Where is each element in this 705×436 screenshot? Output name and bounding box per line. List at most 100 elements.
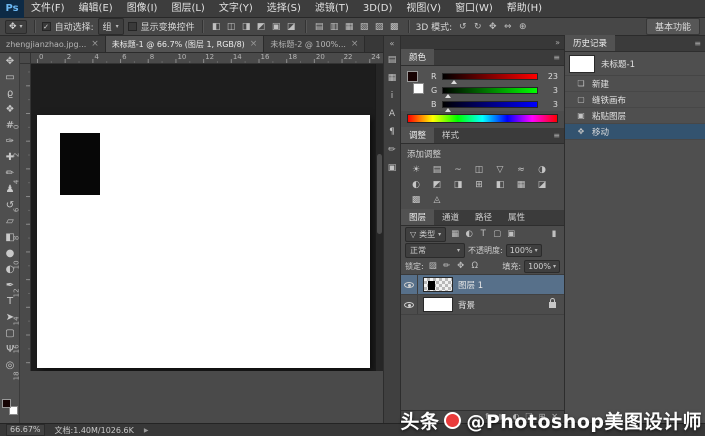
- shape-tool[interactable]: ▢: [0, 325, 20, 341]
- align-horizontal-centers-icon[interactable]: ◫: [225, 22, 238, 32]
- history-step-canvas[interactable]: ▢ 缝铁画布: [565, 92, 705, 108]
- slider-thumb[interactable]: [445, 94, 451, 98]
- blue-slider[interactable]: [442, 101, 538, 108]
- canvas-document[interactable]: [37, 115, 370, 368]
- history-step-move[interactable]: ✥ 移动: [565, 124, 705, 140]
- tab-channels[interactable]: 通道: [434, 209, 467, 225]
- distribute-vertical-icon[interactable]: ▥: [328, 22, 341, 32]
- align-vertical-centers-icon[interactable]: ▣: [270, 22, 283, 32]
- 3d-scale-icon[interactable]: ⊕: [516, 22, 529, 32]
- visibility-eye-icon[interactable]: [404, 282, 414, 288]
- slider-thumb[interactable]: [451, 80, 457, 84]
- distribute-bottom-icon[interactable]: ▦: [343, 22, 356, 32]
- menu-item[interactable]: 图像(I): [120, 0, 165, 18]
- menu-item[interactable]: 选择(S): [260, 0, 308, 18]
- layer-name[interactable]: 图层 1: [458, 279, 483, 291]
- posterize-icon[interactable]: ▦: [512, 178, 530, 191]
- history-step-new[interactable]: ❏ 新建: [565, 76, 705, 92]
- panel-menu-icon[interactable]: ≡: [694, 39, 701, 48]
- history-step-paste[interactable]: ▣ 粘贴图层: [565, 108, 705, 124]
- layer-row-layer-1[interactable]: 图层 1: [401, 275, 564, 295]
- threshold-icon[interactable]: ◪: [533, 178, 551, 191]
- gradient-map-icon[interactable]: ▩: [407, 193, 425, 206]
- 3d-drag-icon[interactable]: ✥: [486, 22, 499, 32]
- menu-item[interactable]: 窗口(W): [448, 0, 500, 18]
- tab-zhengjianzhao[interactable]: zhengjianzhao.jpg... ×: [0, 36, 106, 52]
- menu-item[interactable]: 帮助(H): [500, 0, 549, 18]
- color-swatches[interactable]: [2, 399, 18, 415]
- eyedropper-tool[interactable]: ✑: [0, 133, 20, 149]
- tab-properties[interactable]: 属性: [500, 209, 533, 225]
- eraser-tool[interactable]: ▱: [0, 213, 20, 229]
- channel-mixer-icon[interactable]: ◨: [449, 178, 467, 191]
- auto-select-checkbox[interactable]: ✓: [42, 22, 51, 31]
- fill-field[interactable]: 100% ▾: [524, 260, 560, 273]
- workspace-switcher-button[interactable]: 基本功能: [646, 18, 700, 35]
- tab-color[interactable]: 颜色: [401, 49, 434, 65]
- menu-item[interactable]: 视图(V): [399, 0, 448, 18]
- tab-untitled-1[interactable]: 未标题-1 @ 66.7% (图层 1, RGB/8) ×: [106, 36, 265, 52]
- menu-item[interactable]: 文件(F): [24, 0, 72, 18]
- foreground-color-swatch[interactable]: [2, 399, 11, 408]
- lasso-tool[interactable]: ϱ: [0, 85, 20, 101]
- canvas-pasteboard[interactable]: [31, 64, 375, 371]
- panel-menu-icon[interactable]: ≡: [553, 53, 560, 62]
- lock-position-icon[interactable]: ✥: [455, 261, 467, 271]
- menu-item[interactable]: 图层(L): [164, 0, 211, 18]
- filter-smart-objects-icon[interactable]: ▣: [505, 229, 517, 239]
- swatches-panel-icon[interactable]: ▤: [385, 53, 399, 66]
- align-right-edges-icon[interactable]: ◨: [240, 22, 253, 32]
- visibility-eye-icon[interactable]: [404, 302, 414, 308]
- brightness-contrast-icon[interactable]: ☀: [407, 163, 425, 176]
- photo-filter-icon[interactable]: ◩: [428, 178, 446, 191]
- color-balance-icon[interactable]: ◑: [533, 163, 551, 176]
- tab-styles[interactable]: 样式: [434, 127, 467, 143]
- collapse-dock-icon[interactable]: »: [555, 38, 560, 47]
- menu-item[interactable]: 3D(D): [356, 0, 400, 18]
- filter-pixel-layers-icon[interactable]: ▦: [449, 229, 461, 239]
- align-top-edges-icon[interactable]: ◩: [255, 22, 268, 32]
- menu-item[interactable]: 文字(Y): [212, 0, 260, 18]
- background-color-swatch[interactable]: [413, 83, 424, 94]
- 3d-slide-icon[interactable]: ⇔: [501, 22, 514, 32]
- vertical-scrollbar[interactable]: [375, 64, 383, 371]
- show-transform-checkbox[interactable]: [128, 22, 137, 31]
- black-white-icon[interactable]: ◐: [407, 178, 425, 191]
- blend-mode-select[interactable]: 正常 ▾: [405, 243, 465, 258]
- exposure-icon[interactable]: ◫: [470, 163, 488, 176]
- lock-pixels-icon[interactable]: ✏: [441, 261, 453, 271]
- distribute-left-icon[interactable]: ▧: [358, 22, 371, 32]
- lock-transparency-icon[interactable]: ▨: [427, 261, 439, 271]
- paragraph-panel-icon[interactable]: ¶: [385, 125, 399, 138]
- status-flyout-icon[interactable]: ▶: [144, 427, 149, 434]
- tab-untitled-2[interactable]: 未标题-2 @ 100%... ×: [264, 36, 365, 52]
- filter-shape-layers-icon[interactable]: ▢: [491, 229, 503, 239]
- panel-menu-icon[interactable]: ≡: [553, 131, 560, 140]
- move-tool[interactable]: ✥: [0, 53, 20, 69]
- close-icon[interactable]: ×: [91, 39, 99, 49]
- clone-source-panel-icon[interactable]: ▣: [385, 161, 399, 174]
- filter-adjustment-layers-icon[interactable]: ◐: [463, 229, 475, 239]
- scrollbar-thumb[interactable]: [377, 154, 382, 234]
- align-bottom-edges-icon[interactable]: ◪: [285, 22, 298, 32]
- zoom-level-field[interactable]: 66.67%: [6, 424, 45, 436]
- tab-adjustments[interactable]: 调整: [401, 127, 434, 143]
- color-lookup-icon[interactable]: ⊞: [470, 178, 488, 191]
- close-icon[interactable]: ×: [351, 39, 359, 49]
- levels-icon[interactable]: ▤: [428, 163, 446, 176]
- filter-toggle-icon[interactable]: ▮: [548, 229, 560, 239]
- auto-select-mode-select[interactable]: 组 ▾: [98, 18, 124, 35]
- opacity-field[interactable]: 100% ▾: [506, 244, 542, 257]
- vibrance-icon[interactable]: ▽: [491, 163, 509, 176]
- layer-row-background[interactable]: 背景: [401, 295, 564, 315]
- info-panel-icon[interactable]: i: [385, 89, 399, 102]
- libraries-panel-icon[interactable]: ▦: [385, 71, 399, 84]
- 3d-roll-icon[interactable]: ↻: [471, 22, 484, 32]
- black-rectangle-layer[interactable]: [60, 133, 100, 195]
- tab-paths[interactable]: 路径: [467, 209, 500, 225]
- menu-item[interactable]: 滤镜(T): [308, 0, 356, 18]
- panel-color-swatches[interactable]: [407, 71, 424, 97]
- hue-saturation-icon[interactable]: ≈: [512, 163, 530, 176]
- rectangular-marquee-tool[interactable]: ▭: [0, 69, 20, 85]
- expand-panels-icon[interactable]: «: [390, 39, 395, 48]
